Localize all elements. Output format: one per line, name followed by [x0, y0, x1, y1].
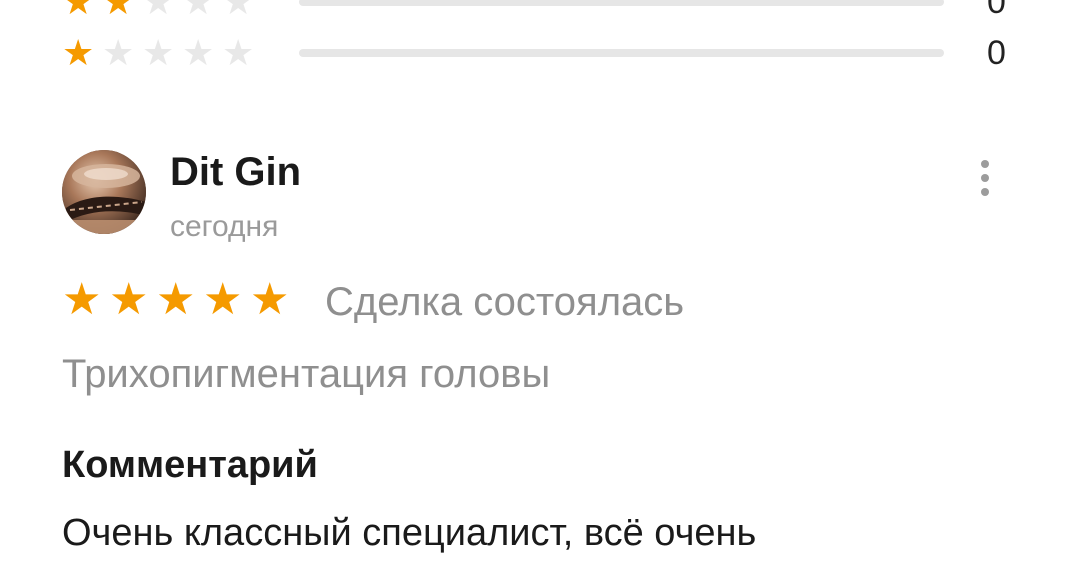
review-date: сегодня — [170, 210, 279, 243]
star-icon: ★ — [62, 275, 102, 324]
star-icon: ★ — [222, 0, 255, 22]
star-icon: ★ — [182, 32, 215, 73]
comment-text: Очень классный специалист, всё очень — [62, 512, 757, 554]
rating-bar — [299, 0, 944, 6]
star-icon: ★ — [142, 32, 175, 73]
comment-heading: Комментарий — [62, 444, 318, 486]
review-page: ★ ★ ★ ★ ★ 0 ★ ★ ★ ★ ★ 0 Dit Gin сегодня … — [0, 0, 1075, 585]
rating-row-2: ★ ★ ★ ★ ★ 0 — [62, 0, 1022, 22]
rating-bar — [299, 49, 944, 57]
star-icon: ★ — [62, 32, 95, 73]
star-icon: ★ — [156, 275, 196, 324]
rating-row-1: ★ ★ ★ ★ ★ 0 — [62, 33, 1022, 73]
star-icon: ★ — [203, 275, 243, 324]
avatar-image — [62, 150, 146, 234]
more-options-button[interactable] — [968, 150, 1002, 206]
more-vertical-icon — [981, 160, 989, 168]
rating-count: 0 — [987, 33, 1006, 72]
service-name: Трихопигментация головы — [62, 352, 551, 396]
review-rating: ★ ★ ★ ★ ★ — [62, 278, 297, 322]
more-vertical-icon-dot — [981, 188, 989, 196]
star-icon: ★ — [222, 32, 255, 73]
avatar[interactable] — [62, 150, 146, 234]
rating-row-stars: ★ ★ ★ ★ ★ — [62, 0, 287, 20]
star-icon: ★ — [109, 275, 149, 324]
star-icon: ★ — [182, 0, 215, 22]
star-icon: ★ — [62, 0, 95, 22]
star-icon: ★ — [102, 0, 135, 22]
star-icon: ★ — [250, 275, 290, 324]
rating-count: 0 — [987, 0, 1006, 21]
star-icon: ★ — [102, 32, 135, 73]
deal-status: Сделка состоялась — [325, 280, 685, 324]
rating-row-stars: ★ ★ ★ ★ ★ — [62, 35, 287, 71]
author-name[interactable]: Dit Gin — [170, 150, 301, 195]
star-icon: ★ — [142, 0, 175, 22]
more-vertical-icon-dot — [981, 174, 989, 182]
